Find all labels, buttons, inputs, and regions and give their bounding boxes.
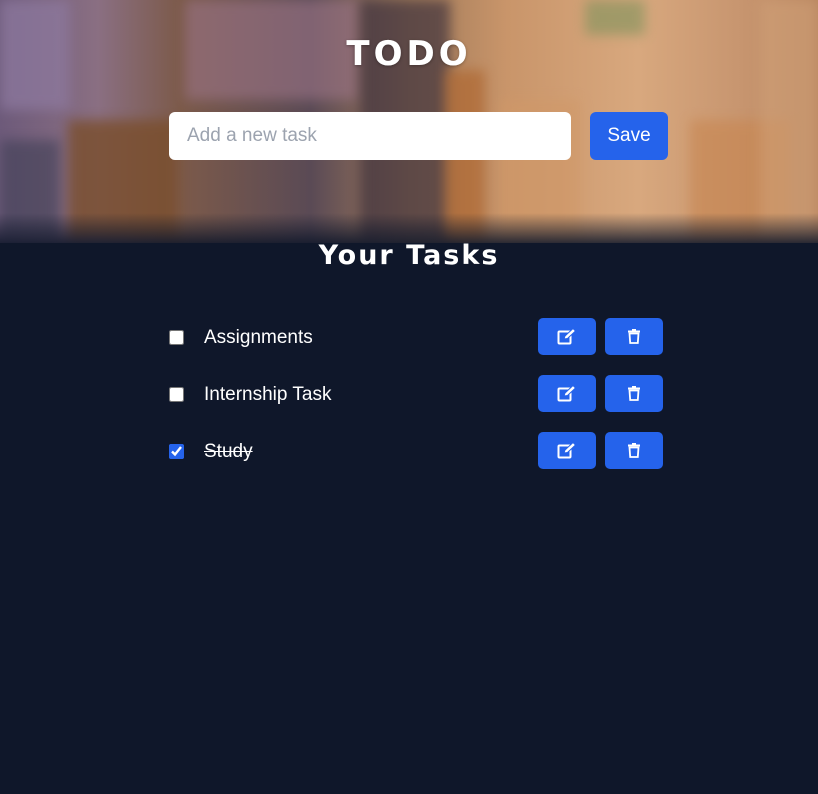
tasks-heading: Your Tasks bbox=[318, 240, 500, 271]
task-complete-checkbox[interactable] bbox=[169, 444, 184, 459]
trash-icon bbox=[628, 329, 640, 344]
edit-icon bbox=[557, 327, 577, 346]
save-button[interactable]: Save bbox=[590, 112, 668, 160]
task-list: Assignments Internship Task Study bbox=[169, 318, 663, 489]
task-text: Internship Task bbox=[204, 384, 332, 405]
task-text: Assignments bbox=[204, 327, 313, 348]
hero-fade bbox=[0, 213, 818, 243]
trash-icon bbox=[628, 443, 640, 458]
delete-task-button[interactable] bbox=[605, 432, 663, 469]
edit-task-button[interactable] bbox=[538, 375, 596, 412]
app-title: TODO bbox=[346, 34, 472, 74]
bg-picture-blur bbox=[585, 0, 645, 35]
task-complete-checkbox[interactable] bbox=[169, 330, 184, 345]
delete-task-button[interactable] bbox=[605, 375, 663, 412]
edit-task-button[interactable] bbox=[538, 432, 596, 469]
new-task-input[interactable] bbox=[169, 112, 571, 160]
edit-icon bbox=[557, 441, 577, 460]
task-item: Study bbox=[169, 432, 663, 470]
edit-task-button[interactable] bbox=[538, 318, 596, 355]
task-item: Internship Task bbox=[169, 375, 663, 413]
task-item: Assignments bbox=[169, 318, 663, 356]
edit-icon bbox=[557, 384, 577, 403]
trash-icon bbox=[628, 386, 640, 401]
delete-task-button[interactable] bbox=[605, 318, 663, 355]
task-complete-checkbox[interactable] bbox=[169, 387, 184, 402]
new-task-form: Save bbox=[169, 112, 668, 160]
task-text: Study bbox=[204, 441, 253, 462]
